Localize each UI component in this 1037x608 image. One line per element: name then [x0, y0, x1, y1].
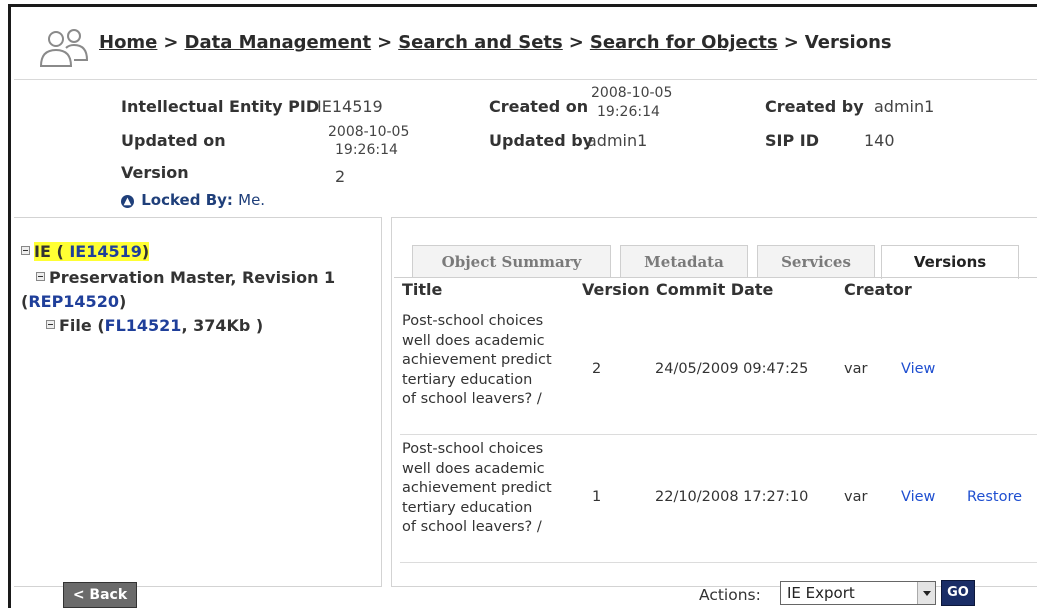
breadcrumb-separator: >: [377, 32, 393, 53]
tab-object-summary[interactable]: Object Summary: [412, 245, 611, 278]
column-header-version: Version: [582, 280, 650, 299]
tree-node-file[interactable]: File (FL14521, 374Kb ): [46, 316, 263, 335]
created-by-value: admin1: [874, 97, 935, 116]
tree-toggle-icon[interactable]: [21, 246, 30, 255]
row-divider: [400, 434, 1037, 435]
table-row: Post-school choices well does academic a…: [392, 438, 1037, 560]
sip-id-value: 140: [864, 131, 895, 150]
locked-by-value: Me.: [238, 191, 266, 209]
row-title-line: of school leavers? /: [402, 391, 542, 408]
updated-by-value: admin1: [587, 131, 648, 150]
tree-rep-id: (REP14520): [21, 292, 127, 311]
view-link[interactable]: View: [901, 489, 935, 505]
column-header-commit-date: Commit Date: [656, 280, 774, 299]
row-title-line: achievement predict: [402, 480, 552, 497]
created-on-label: Created on: [489, 97, 589, 116]
row-title-line: Post-school choices: [402, 313, 544, 329]
row-title: Post-school choices well does academic a…: [402, 312, 587, 410]
tab-underline: [394, 277, 1037, 278]
actions-label: Actions:: [699, 586, 761, 604]
version-value: 2: [335, 167, 346, 186]
breadcrumb-separator: >: [783, 32, 799, 53]
created-on-time: 19:26:14: [597, 104, 660, 120]
tree-toggle-icon[interactable]: [46, 320, 55, 329]
breadcrumb-bar: Home > Data Management > Search and Sets > Sea…: [14, 10, 1037, 80]
tree-rep-label: Preservation Master, Revision 1: [49, 268, 336, 287]
tab-metadata[interactable]: Metadata: [620, 245, 748, 278]
tab-versions[interactable]: Versions: [881, 245, 1019, 279]
breadcrumb-data-management-link[interactable]: Data Management: [185, 32, 372, 53]
row-creator: var: [844, 489, 868, 505]
breadcrumb: Home > Data Management > Search and Sets > Sea…: [99, 32, 892, 53]
tree-ie-suffix: ): [141, 242, 150, 261]
row-version: 2: [592, 361, 602, 377]
updated-on-time: 19:26:14: [335, 142, 398, 158]
tree-ie-label: IE ( IE14519): [34, 242, 150, 261]
updated-on-date: 2008-10-05: [328, 124, 410, 140]
column-header-creator: Creator: [844, 280, 912, 299]
row-commit-date: 24/05/2009 09:47:25: [655, 361, 809, 377]
entity-info: Intellectual Entity PID IE14519 Created …: [14, 81, 1037, 215]
row-creator: var: [844, 361, 868, 377]
locked-by-label: Locked By:: [141, 191, 233, 209]
row-title-line: tertiary education: [402, 371, 533, 388]
row-title-line: well does academic: [402, 332, 545, 349]
ie-pid-value: IE14519: [317, 97, 383, 116]
tree-file-prefix: File (: [59, 316, 105, 335]
updated-on-label: Updated on: [121, 131, 226, 150]
row-commit-date: 22/10/2008 17:27:10: [655, 489, 809, 505]
row-divider: [400, 562, 1037, 563]
actions-select[interactable]: IE Export: [780, 581, 936, 605]
breadcrumb-separator: >: [163, 32, 179, 53]
people-icon: [39, 29, 89, 67]
row-version: 1: [592, 489, 602, 505]
row-title-line: Post-school choices: [402, 441, 544, 457]
view-link[interactable]: View: [901, 361, 935, 377]
tree-file-link[interactable]: FL14521: [105, 316, 182, 335]
created-by-label: Created by: [765, 97, 864, 116]
back-button[interactable]: < Back: [63, 582, 137, 608]
ie-pid-label: Intellectual Entity PID: [121, 97, 320, 116]
tree-ie-prefix: IE (: [34, 242, 70, 261]
tree-toggle-icon[interactable]: [36, 272, 45, 281]
restore-link[interactable]: Restore: [967, 489, 1022, 505]
tree-ie-link[interactable]: IE14519: [69, 242, 142, 261]
lock-icon: ▲: [121, 195, 134, 208]
object-tree: IE ( IE14519) Preservation Master, Revis…: [14, 217, 382, 587]
row-title-line: of school leavers? /: [402, 519, 542, 536]
go-button[interactable]: GO: [941, 580, 975, 606]
tab-services[interactable]: Services: [757, 245, 875, 278]
breadcrumb-separator: >: [568, 32, 584, 53]
tree-node-ie[interactable]: IE ( IE14519): [21, 242, 150, 261]
row-title-line: well does academic: [402, 460, 545, 477]
locked-by: ▲ Locked By: Me.: [121, 191, 265, 209]
breadcrumb-search-for-objects-link[interactable]: Search for Objects: [590, 32, 778, 53]
page-frame: Home > Data Management > Search and Sets > Sea…: [8, 4, 1037, 608]
tree-file-suffix: , 374Kb ): [181, 316, 264, 335]
sip-id-label: SIP ID: [765, 131, 820, 150]
breadcrumb-search-and-sets-link[interactable]: Search and Sets: [398, 32, 563, 53]
version-label: Version: [121, 163, 189, 182]
tree-rep-link[interactable]: REP14520: [28, 292, 119, 311]
row-title-line: tertiary education: [402, 499, 533, 516]
versions-panel: Object Summary Metadata Services Version…: [391, 217, 1037, 587]
column-header-title: Title: [402, 280, 443, 299]
updated-by-label: Updated by: [489, 131, 594, 150]
breadcrumb-home-link[interactable]: Home: [99, 32, 157, 53]
tree-node-representation[interactable]: Preservation Master, Revision 1: [36, 268, 335, 287]
row-title: Post-school choices well does academic a…: [402, 440, 587, 538]
actions-selected-value: IE Export: [787, 584, 855, 602]
table-row: Post-school choices well does academic a…: [392, 310, 1037, 432]
breadcrumb-current: Versions: [804, 32, 892, 53]
dropdown-arrow-icon[interactable]: [917, 582, 935, 604]
created-on-date: 2008-10-05: [591, 85, 673, 101]
row-title-line: achievement predict: [402, 352, 552, 369]
